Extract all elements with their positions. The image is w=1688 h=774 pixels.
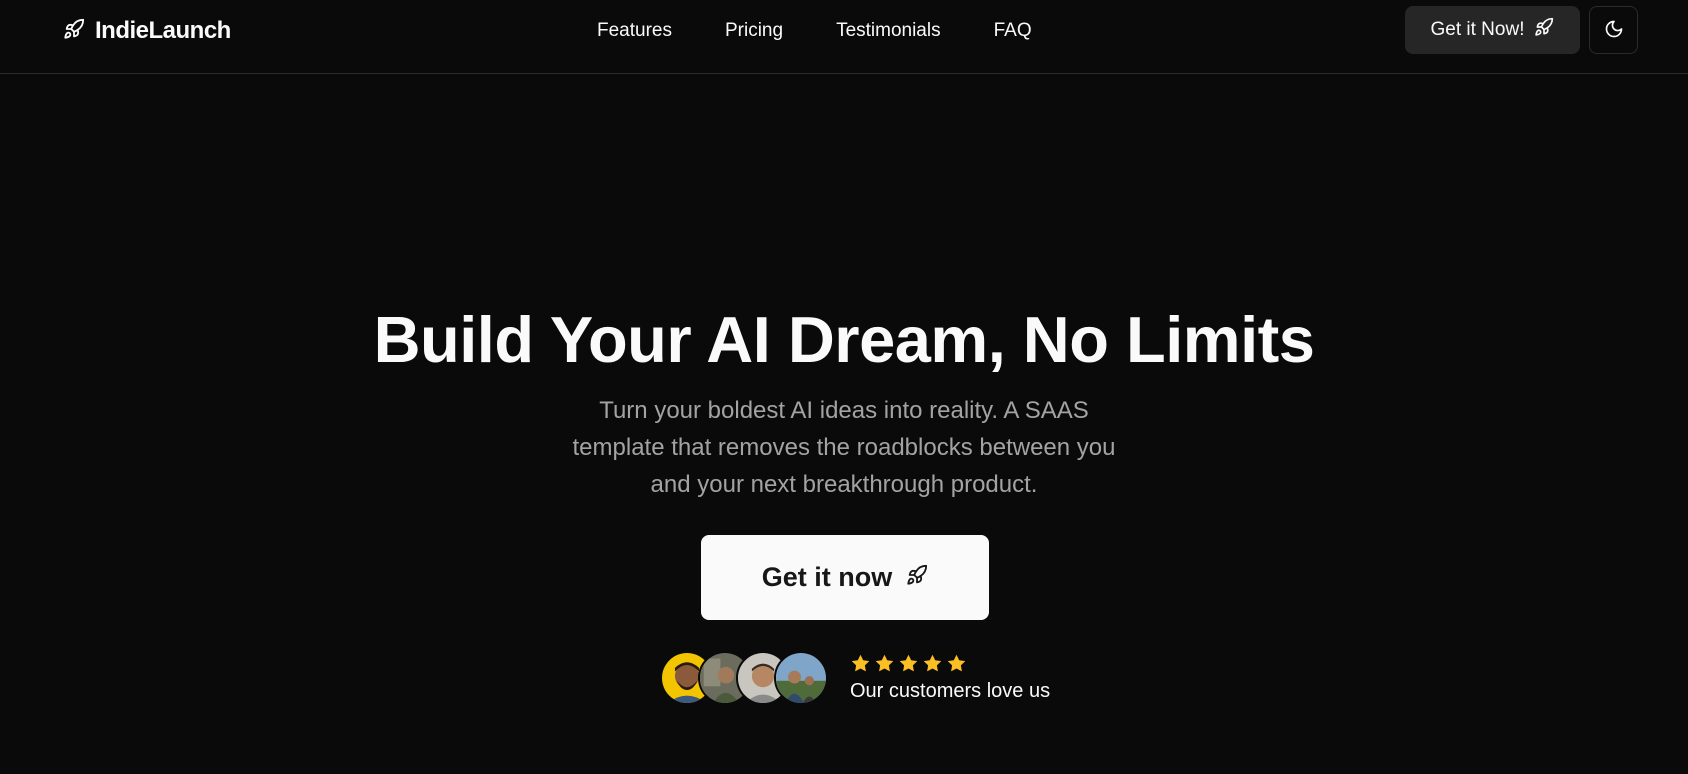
moon-icon (1604, 19, 1624, 42)
nav-link-testimonials[interactable]: Testimonials (836, 20, 941, 42)
navbar: IndieLaunch Features Pricing Testimonial… (0, 0, 1688, 74)
brand-name: IndieLaunch (95, 17, 231, 44)
star-icon (851, 654, 870, 672)
social-proof: Our customers love us (660, 650, 1050, 706)
star-icon (875, 654, 894, 672)
star-rating (850, 653, 1050, 674)
nav-link-faq[interactable]: FAQ (994, 20, 1032, 42)
nav-link-pricing[interactable]: Pricing (725, 20, 783, 42)
get-it-now-header-button[interactable]: Get it Now! (1405, 6, 1580, 54)
rocket-icon (906, 562, 928, 593)
main-nav: Features Pricing Testimonials FAQ (597, 16, 1032, 46)
hero-cta-label: Get it now (761, 562, 893, 592)
theme-toggle-button[interactable] (1589, 6, 1638, 54)
header-cta-label: Get it Now! (1430, 19, 1525, 40)
star-icon (923, 654, 942, 672)
avatar (774, 651, 828, 705)
rocket-icon (63, 18, 85, 45)
brand-link[interactable]: IndieLaunch (63, 16, 231, 46)
hero-title: Build Your AI Dream, No Limits (373, 303, 1315, 376)
star-icon (947, 654, 966, 672)
nav-link-features[interactable]: Features (597, 20, 672, 42)
hero-subtitle: Turn your boldest AI ideas into reality.… (572, 397, 1116, 498)
rating: Our customers love us (850, 653, 1050, 703)
rocket-icon (1534, 17, 1554, 43)
get-it-now-hero-button[interactable]: Get it now (701, 535, 989, 620)
star-icon (899, 654, 918, 672)
customers-love-text: Our customers love us (850, 680, 1051, 702)
avatar-group (660, 651, 828, 705)
